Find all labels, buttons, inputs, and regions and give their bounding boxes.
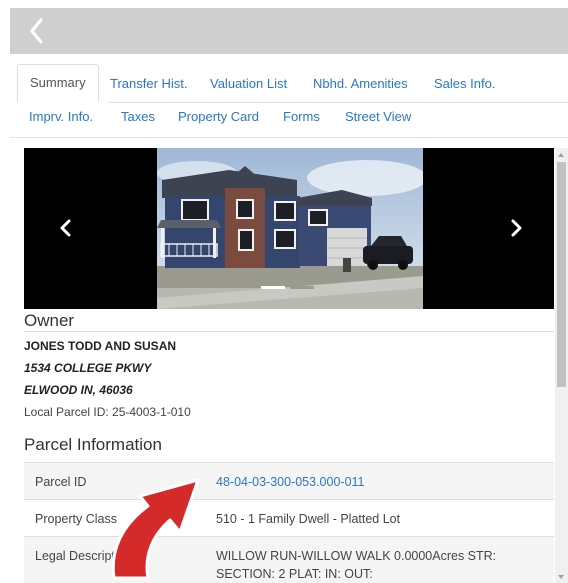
photo-carousel <box>24 148 554 309</box>
tabs-divider <box>10 137 568 138</box>
back-button[interactable] <box>26 16 48 46</box>
legal-description-value: WILLOW RUN-WILLOW WALK 0.0000Acres STR: … <box>216 549 497 581</box>
property-photo <box>157 148 423 309</box>
owner-address-line1: 1534 COLLEGE PKWY <box>24 361 152 375</box>
table-row: Legal Description WILLOW RUN-WILLOW WALK… <box>24 536 554 583</box>
tab-underline <box>108 102 568 103</box>
parcel-id-link[interactable]: 48-04-03-300-053.000-011 <box>216 473 551 491</box>
tab-taxes[interactable]: Taxes <box>121 109 155 125</box>
property-class-label: Property Class <box>35 512 117 526</box>
tab-sales-info[interactable]: Sales Info. <box>434 76 495 92</box>
content-scrollbar[interactable] <box>555 148 568 583</box>
scroll-up-arrow-icon[interactable] <box>558 153 564 157</box>
tab-bar: Summary Transfer Hist. Valuation List Nb… <box>10 54 568 139</box>
tab-forms[interactable]: Forms <box>283 109 320 125</box>
carousel-prev-button[interactable] <box>56 216 76 240</box>
owner-heading: Owner <box>24 311 75 330</box>
tab-street-view[interactable]: Street View <box>345 109 411 125</box>
chevron-left-icon <box>30 18 43 44</box>
tab-valuation-list[interactable]: Valuation List <box>210 76 287 92</box>
carousel-indicator[interactable] <box>290 286 314 289</box>
legal-description-label: Legal Description <box>35 549 132 563</box>
chevron-left-icon <box>60 219 71 237</box>
owner-name: JONES TODD AND SUSAN <box>24 339 177 353</box>
owner-heading-rule <box>24 331 554 332</box>
carousel-indicator-active[interactable] <box>261 286 285 289</box>
tab-improvement-info[interactable]: Imprv. Info. <box>29 109 93 125</box>
tab-neighborhood-amenities[interactable]: Nbhd. Amenities <box>313 76 408 92</box>
parcel-id-label: Parcel ID <box>35 475 87 489</box>
property-class-value: 510 - 1 Family Dwell - Platted Lot <box>216 512 401 526</box>
local-parcel-id: Local Parcel ID: 25-4003-1-010 <box>24 405 191 419</box>
table-row: Property Class 510 - 1 Family Dwell - Pl… <box>24 499 554 537</box>
table-row: Parcel ID 48-04-03-300-053.000-011 <box>24 462 554 500</box>
scroll-down-arrow-icon[interactable] <box>558 575 564 579</box>
tab-property-card[interactable]: Property Card <box>178 109 259 125</box>
top-bar <box>10 8 568 54</box>
tab-summary[interactable]: Summary <box>17 64 99 102</box>
scroll-thumb[interactable] <box>557 162 566 387</box>
owner-address-line2: ELWOOD IN, 46036 <box>24 383 133 397</box>
carousel-next-button[interactable] <box>506 216 526 240</box>
parcel-info-heading: Parcel Information <box>24 435 162 454</box>
tab-transfer-history[interactable]: Transfer Hist. <box>110 76 188 92</box>
summary-panel: Owner JONES TODD AND SUSAN 1534 COLLEGE … <box>24 148 554 583</box>
chevron-right-icon <box>511 219 522 237</box>
